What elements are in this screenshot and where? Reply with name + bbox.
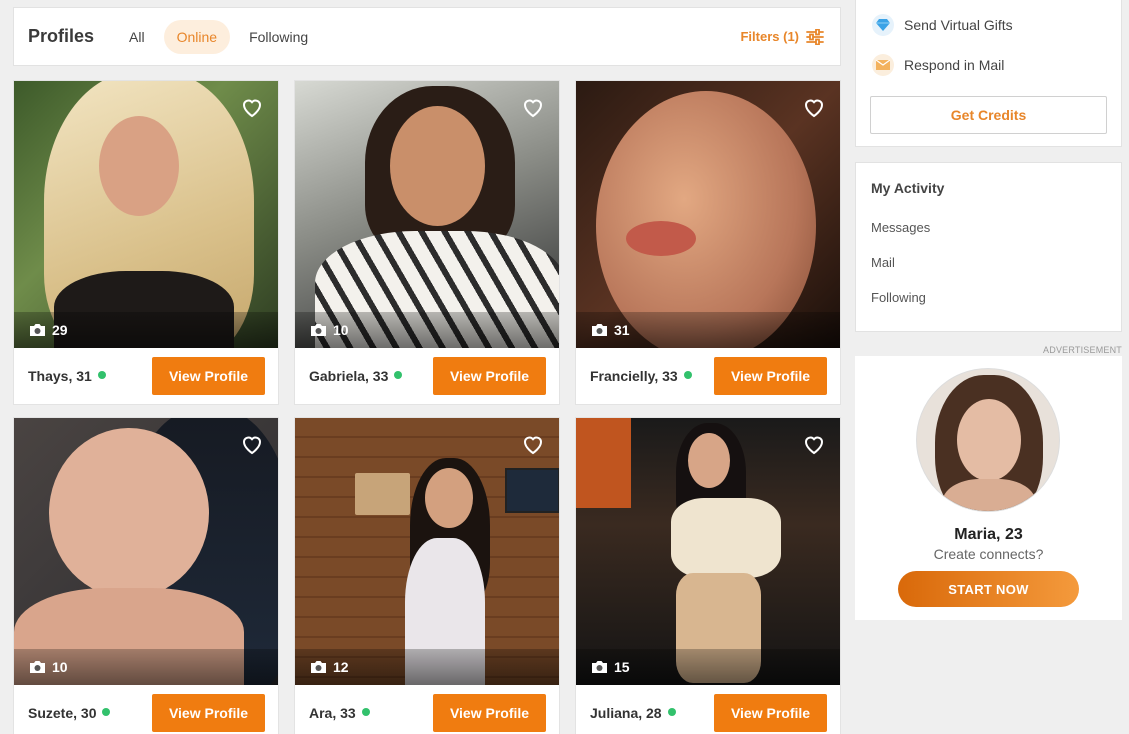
- respond-in-mail-link[interactable]: Respond in Mail: [856, 45, 1121, 85]
- profile-photo[interactable]: 12: [295, 418, 559, 685]
- view-profile-button[interactable]: View Profile: [152, 357, 265, 395]
- favorite-heart-icon[interactable]: [802, 432, 826, 456]
- profile-name[interactable]: Gabriela, 33: [309, 368, 388, 384]
- respond-in-mail-label: Respond in Mail: [904, 57, 1005, 73]
- online-indicator: [97, 371, 106, 379]
- view-profile-button[interactable]: View Profile: [433, 694, 546, 732]
- profile-name[interactable]: Ara, 33: [309, 705, 356, 721]
- profile-name[interactable]: Suzete, 30: [28, 705, 96, 721]
- profile-card: 10 Suzete, 30 View Profile: [13, 417, 279, 734]
- tab-online[interactable]: Online: [163, 19, 231, 54]
- ad-subtitle: Create connects?: [933, 546, 1044, 562]
- profile-name[interactable]: Thays, 31: [28, 368, 92, 384]
- sliders-icon: [806, 28, 824, 45]
- online-indicator: [683, 371, 692, 379]
- ad-name: Maria, 23: [954, 526, 1023, 543]
- diamond-icon: [872, 14, 894, 36]
- profile-name[interactable]: Francielly, 33: [590, 368, 678, 384]
- photo-count: 12: [295, 649, 559, 685]
- activity-item-mail[interactable]: Mail: [856, 245, 1121, 280]
- profile-photo[interactable]: 10: [295, 81, 559, 348]
- view-profile-button[interactable]: View Profile: [714, 694, 827, 732]
- favorite-heart-icon[interactable]: [240, 432, 264, 456]
- camera-icon: [311, 661, 326, 673]
- favorite-heart-icon[interactable]: [802, 95, 826, 119]
- profile-photo[interactable]: 29: [14, 81, 278, 348]
- favorite-heart-icon[interactable]: [521, 432, 545, 456]
- profile-card: 12 Ara, 33 View Profile: [294, 417, 560, 734]
- photo-count: 10: [295, 312, 559, 348]
- profile-card: 10 Gabriela, 33 View Profile: [294, 80, 560, 405]
- online-indicator: [102, 708, 111, 716]
- send-virtual-gifts-label: Send Virtual Gifts: [904, 17, 1013, 33]
- filters-label: Filters (1): [740, 29, 799, 44]
- my-activity-panel: My Activity Messages Mail Following: [855, 162, 1122, 332]
- filters-button[interactable]: Filters (1): [740, 28, 824, 45]
- photo-count: 10: [14, 649, 278, 685]
- photo-count-value: 10: [52, 659, 68, 675]
- profile-photo[interactable]: 15: [576, 418, 840, 685]
- tab-all[interactable]: All: [116, 20, 158, 54]
- photo-count: 29: [14, 312, 278, 348]
- ad-avatar[interactable]: [916, 368, 1060, 512]
- favorite-heart-icon[interactable]: [240, 95, 264, 119]
- send-virtual-gifts-link[interactable]: Send Virtual Gifts: [856, 5, 1121, 45]
- photo-count-value: 31: [614, 322, 630, 338]
- photo-count: 31: [576, 312, 840, 348]
- camera-icon: [30, 661, 45, 673]
- activity-item-messages[interactable]: Messages: [856, 210, 1121, 245]
- page-title: Profiles: [28, 26, 95, 46]
- camera-icon: [311, 324, 326, 336]
- profile-photo[interactable]: 31: [576, 81, 840, 348]
- activity-item-following[interactable]: Following: [856, 280, 1121, 315]
- profile-card: 29 Thays, 31 View Profile: [13, 80, 279, 405]
- start-now-button[interactable]: START NOW: [898, 571, 1079, 607]
- camera-icon: [592, 324, 607, 336]
- online-indicator: [667, 708, 676, 716]
- advertisement-label: ADVERTISEMENT: [1043, 345, 1122, 355]
- photo-count: 15: [576, 649, 840, 685]
- online-indicator: [394, 371, 403, 379]
- my-activity-title: My Activity: [871, 180, 945, 196]
- photo-count-value: 12: [333, 659, 349, 675]
- photo-count-value: 10: [333, 322, 349, 338]
- online-indicator: [361, 708, 370, 716]
- credits-panel: Send Virtual Gifts Respond in Mail Get C…: [855, 0, 1122, 147]
- view-profile-button[interactable]: View Profile: [433, 357, 546, 395]
- view-profile-button[interactable]: View Profile: [152, 694, 265, 732]
- profiles-header: Profiles All Online Following Filters (1…: [13, 7, 841, 66]
- profile-photo[interactable]: 10: [14, 418, 278, 685]
- camera-icon: [30, 324, 45, 336]
- camera-icon: [592, 661, 607, 673]
- view-profile-button[interactable]: View Profile: [714, 357, 827, 395]
- favorite-heart-icon[interactable]: [521, 95, 545, 119]
- tab-following[interactable]: Following: [236, 20, 321, 54]
- photo-count-value: 29: [52, 322, 68, 338]
- photo-count-value: 15: [614, 659, 630, 675]
- profile-name[interactable]: Juliana, 28: [590, 705, 662, 721]
- envelope-icon: [872, 54, 894, 76]
- advertisement-box[interactable]: Maria, 23 Create connects? START NOW: [855, 356, 1122, 620]
- profile-card: 15 Juliana, 28 View Profile: [575, 417, 841, 734]
- profile-card: 31 Francielly, 33 View Profile: [575, 80, 841, 405]
- get-credits-button[interactable]: Get Credits: [870, 96, 1107, 134]
